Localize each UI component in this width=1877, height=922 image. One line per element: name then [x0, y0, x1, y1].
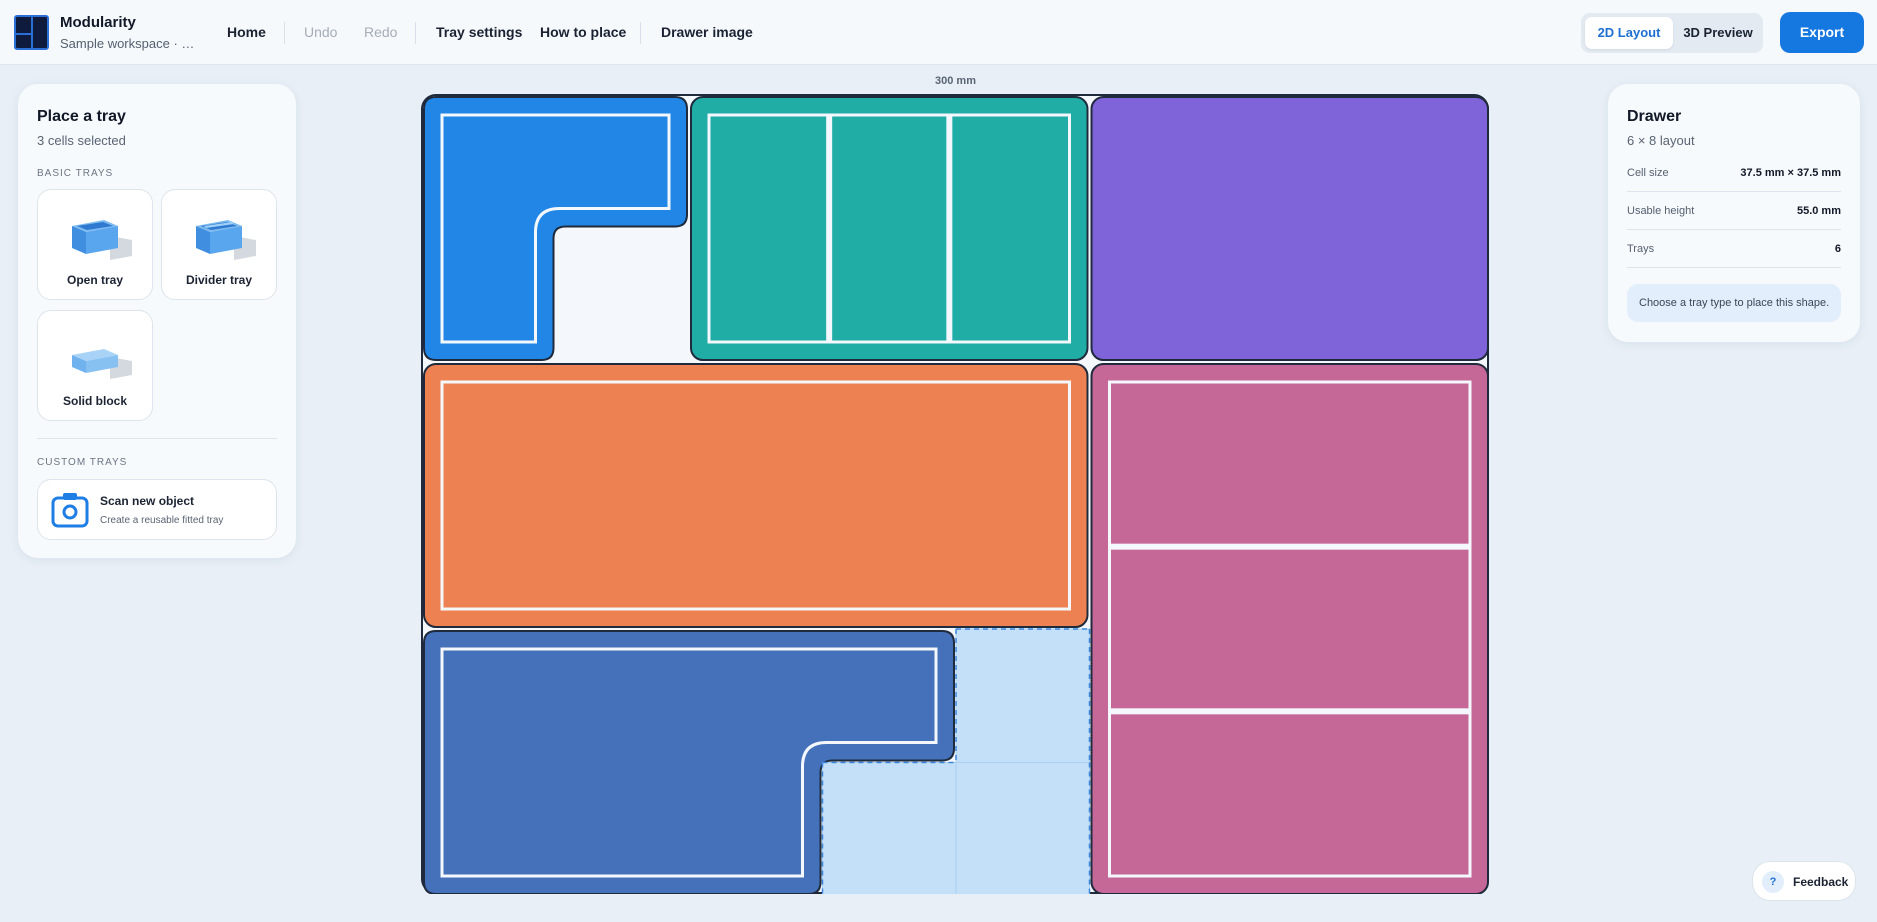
selected-cell[interactable] — [822, 762, 957, 895]
drawer-image-button[interactable]: Drawer image — [661, 24, 753, 40]
top-bar: Modularity Sample workspace · Sa... Home… — [0, 0, 1877, 65]
open-tray-icon — [72, 220, 132, 260]
section-divider — [37, 438, 277, 439]
scan-subtitle: Create a reusable fitted tray — [100, 515, 224, 526]
tray-body — [1090, 363, 1489, 894]
tray-divider — [1109, 543, 1470, 550]
solid-block-icon — [72, 349, 132, 379]
help-icon: ? — [1762, 871, 1784, 893]
trays-count-value: 6 — [1834, 243, 1841, 255]
feedback-label: Feedback — [1793, 875, 1849, 889]
divider-tray-icon — [196, 220, 256, 260]
tray-body — [1090, 96, 1489, 361]
tray-2[interactable] — [1090, 96, 1489, 361]
camera-icon — [51, 493, 89, 528]
export-button[interactable]: Export — [1780, 12, 1864, 53]
trays-count-row: Trays 6 — [1627, 230, 1841, 268]
usable-height-row: Usable height 55.0 mm — [1627, 192, 1841, 230]
2d-layout-tab[interactable]: 2D Layout — [1585, 17, 1673, 49]
tray-divider — [826, 115, 833, 342]
basic-trays-header: BASIC TRAYS — [37, 168, 114, 179]
scan-new-object-button[interactable]: Scan new object Create a reusable fitted… — [37, 479, 277, 540]
selected-cell[interactable] — [955, 628, 1090, 763]
tray-settings-button[interactable]: Tray settings — [436, 24, 522, 40]
open-tray-card[interactable]: Open tray — [37, 189, 153, 300]
app-logo-icon — [14, 15, 49, 50]
feedback-button[interactable]: ? Feedback — [1752, 861, 1856, 901]
nav-home[interactable]: Home — [227, 24, 266, 40]
3d-preview-tab[interactable]: 3D Preview — [1675, 17, 1761, 49]
trays-count-label: Trays — [1627, 243, 1655, 255]
tray-divider — [946, 115, 953, 342]
custom-trays-header: CUSTOM TRAYS — [37, 457, 128, 468]
cell-size-value: 37.5 mm × 37.5 mm — [1740, 167, 1841, 179]
placement-hint: Choose a tray type to place this shape. — [1627, 284, 1841, 322]
panel-title: Place a tray — [37, 108, 126, 125]
nav-divider — [284, 22, 285, 44]
scan-title: Scan new object — [100, 494, 195, 508]
drawer-width-label: 300 mm — [935, 75, 976, 87]
solid-block-label: Solid block — [62, 394, 127, 408]
nav-divider — [640, 22, 641, 44]
usable-height-value: 55.0 mm — [1796, 205, 1841, 217]
redo-button[interactable]: Redo — [364, 24, 397, 40]
drawer-info-panel: Drawer 6 × 8 layout Cell size 37.5 mm × … — [1608, 84, 1860, 342]
how-to-place-button[interactable]: How to place — [540, 24, 626, 40]
cell-size-label: Cell size — [1627, 167, 1669, 179]
divider-tray-label: Divider tray — [185, 273, 253, 287]
drawer-layout-grid[interactable] — [421, 94, 1491, 894]
view-toggle: 2D Layout 3D Preview — [1581, 13, 1763, 53]
selected-cell[interactable] — [955, 762, 1090, 895]
cell-size-row: Cell size 37.5 mm × 37.5 mm — [1627, 154, 1841, 192]
app-title: Modularity — [60, 14, 136, 31]
tray-1[interactable] — [690, 96, 1089, 361]
tray-4[interactable] — [1090, 363, 1489, 894]
nav-divider — [415, 22, 416, 44]
tray-body — [423, 363, 1089, 628]
divider-tray-card[interactable]: Divider tray — [161, 189, 277, 300]
place-tray-panel: Place a tray 3 cells selected BASIC TRAY… — [18, 84, 296, 558]
drawer-title: Drawer — [1627, 108, 1682, 125]
selection-count: 3 cells selected — [37, 133, 126, 148]
solid-block-card[interactable]: Solid block — [37, 310, 153, 421]
open-tray-label: Open tray — [66, 273, 123, 287]
tray-divider — [1109, 708, 1470, 715]
drawer-layout-size: 6 × 8 layout — [1627, 133, 1695, 148]
tray-body — [690, 96, 1089, 361]
workspace-name[interactable]: Sample workspace · Sa... — [60, 36, 200, 51]
undo-button[interactable]: Undo — [304, 24, 337, 40]
tray-3[interactable] — [423, 363, 1089, 628]
usable-height-label: Usable height — [1627, 205, 1695, 217]
